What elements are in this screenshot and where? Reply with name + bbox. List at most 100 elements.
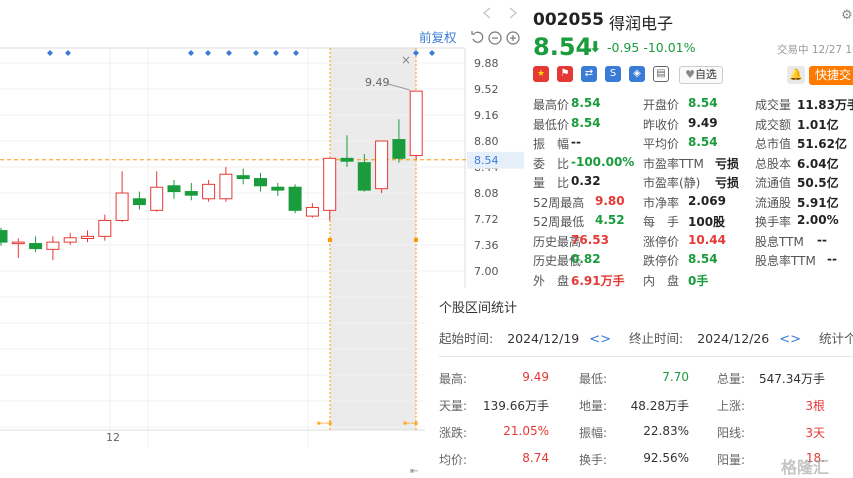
quote-row: 最低价 8.54 昨收价 9.49 成交额 1.01亿: [533, 116, 853, 136]
start-time-chevrons-icon[interactable]: <>: [589, 332, 611, 347]
candle-down: [167, 185, 181, 193]
stats-value: 9.49: [522, 370, 549, 384]
quote-value: --: [571, 135, 581, 149]
quote-value: 11.83万手: [797, 98, 853, 112]
stats-value: 48.28万手: [630, 399, 689, 413]
quote-label: 量 比: [533, 176, 570, 190]
running-man-icon[interactable]: ⚑: [557, 66, 573, 82]
quote-value: 9.80: [595, 193, 625, 208]
quote-label: 跌停价: [643, 254, 680, 268]
quote-label: 涨停价: [643, 234, 680, 249]
candle-up: [375, 140, 389, 190]
end-time-chevrons-icon[interactable]: <>: [779, 332, 801, 347]
quote-value: 8.54: [688, 135, 718, 149]
current-price: 8.54: [533, 33, 593, 61]
candle-up: [150, 186, 164, 211]
down-arrow-icon: ⬇: [589, 38, 602, 56]
quote-value: 8.54: [571, 96, 601, 110]
quote-label: 成交额: [755, 117, 792, 132]
stats-row: 涨跌: 21.05% 振幅: 22.83% 阳线: 3天: [439, 424, 849, 451]
quote-label: 市盈率TTM: [643, 156, 704, 171]
stats-label: 换手:: [579, 453, 608, 467]
quote-label: 委 比: [533, 156, 570, 171]
quote-value: 9.49: [688, 115, 718, 130]
price-tick-label: 9.52: [474, 83, 499, 96]
stock-code: 002055: [533, 10, 604, 30]
quote-row: 振 幅 -- 平均价 8.54 总市值 51.62亿: [533, 135, 853, 155]
document-icon[interactable]: ▤: [653, 66, 669, 82]
stats-label: 涨跌:: [439, 426, 468, 440]
china-flag-icon[interactable]: ★: [533, 66, 549, 82]
quote-row: 52周最低 4.52 每 手 100股 换手率 2.00%: [533, 213, 853, 233]
quote-value: --: [817, 232, 827, 247]
bell-icon[interactable]: 🔔: [787, 66, 805, 84]
add-watchlist-button[interactable]: ♥自选: [679, 66, 723, 84]
candle-up: [81, 235, 94, 239]
candle-down: [236, 175, 250, 180]
s-badge-icon[interactable]: S: [605, 66, 621, 82]
candle-up: [63, 237, 77, 243]
x-axis-label: 12: [106, 431, 120, 444]
high-price-annotation: 9.49: [365, 76, 390, 89]
quote-row: 量 比 0.32 市盈率(静) 亏损 流通值 50.5亿: [533, 174, 853, 194]
stats-label: 最高:: [439, 372, 468, 386]
quote-label: 股息率TTM: [755, 254, 816, 268]
price-tick-label: 8.80: [474, 135, 499, 148]
selection-band: [330, 48, 416, 430]
stats-label: 地量:: [579, 399, 608, 413]
scroll-end-icon[interactable]: ⇤: [410, 466, 418, 477]
candle-down: [184, 191, 198, 196]
event-marker-icon: [226, 50, 232, 56]
event-marker-icon: [205, 50, 211, 56]
quote-row: 委 比 -100.00% 市盈率TTM 亏损 总股本 6.04亿: [533, 155, 853, 175]
candle-down: [392, 139, 406, 159]
range-left-handle-icon[interactable]: ⇤⇥: [317, 419, 332, 429]
stats-value: 21.05%: [503, 424, 549, 438]
current-price-tag: 8.54: [474, 154, 499, 167]
quote-value: 8.54: [688, 96, 718, 110]
stats-label: 阳量:: [717, 453, 746, 467]
range-right-handle-icon[interactable]: ⇤⇥: [403, 419, 418, 429]
change-value: -0.95: [607, 40, 640, 55]
event-marker-icon: [273, 50, 279, 56]
candle-down: [357, 162, 371, 191]
price-tick-label: 7.00: [474, 265, 499, 278]
stats-divider: [439, 356, 853, 357]
quote-row: 历史最低 0.82 跌停价 8.54 股息率TTM --: [533, 252, 853, 272]
stats-value: 92.56%: [643, 451, 689, 465]
stats-label: 总量:: [717, 372, 746, 386]
quote-label: 最高价: [533, 98, 570, 112]
tag-icon[interactable]: ◈: [629, 66, 645, 82]
price-tick-label: 9.88: [474, 57, 499, 70]
quote-value: 6.91万手: [571, 273, 625, 288]
candle-up: [219, 173, 233, 200]
quote-label: 每 手: [643, 215, 680, 229]
event-marker-icon: [253, 50, 259, 56]
quick-trade-button[interactable]: 快捷交: [809, 66, 853, 85]
close-selection-icon[interactable]: ×: [401, 53, 411, 67]
candle-up: [115, 192, 129, 221]
quote-label: 昨收价: [643, 117, 680, 132]
quote-value: 2.00%: [797, 213, 839, 227]
stats-label: 最低:: [579, 372, 608, 386]
quote-value: 51.62亿: [797, 137, 847, 151]
quote-label: 平均价: [643, 137, 680, 151]
shuffle-icon[interactable]: ⇄: [581, 66, 597, 82]
stats-value: 8.74: [522, 451, 549, 465]
quote-label: 内 盘: [643, 273, 680, 288]
quote-value: -100.00%: [571, 154, 635, 169]
quote-label: 市盈率(静): [643, 176, 701, 190]
quote-value: 1.01亿: [797, 117, 839, 132]
candle-up: [323, 157, 337, 211]
quote-value: 2.069: [688, 193, 726, 208]
stats-label: 阳线:: [717, 426, 746, 440]
quote-value: 6.04亿: [797, 156, 839, 171]
restore-button[interactable]: 前复权: [419, 30, 457, 45]
stats-value: 7.70: [662, 370, 689, 384]
settings-icon[interactable]: ⚙: [841, 8, 853, 23]
stats-label: 均价:: [439, 453, 468, 467]
quote-value: 50.5亿: [797, 176, 839, 190]
quote-value: 5.91亿: [797, 195, 839, 210]
quote-value: 76.53: [571, 232, 609, 247]
count-label: 统计个数:: [819, 331, 853, 346]
